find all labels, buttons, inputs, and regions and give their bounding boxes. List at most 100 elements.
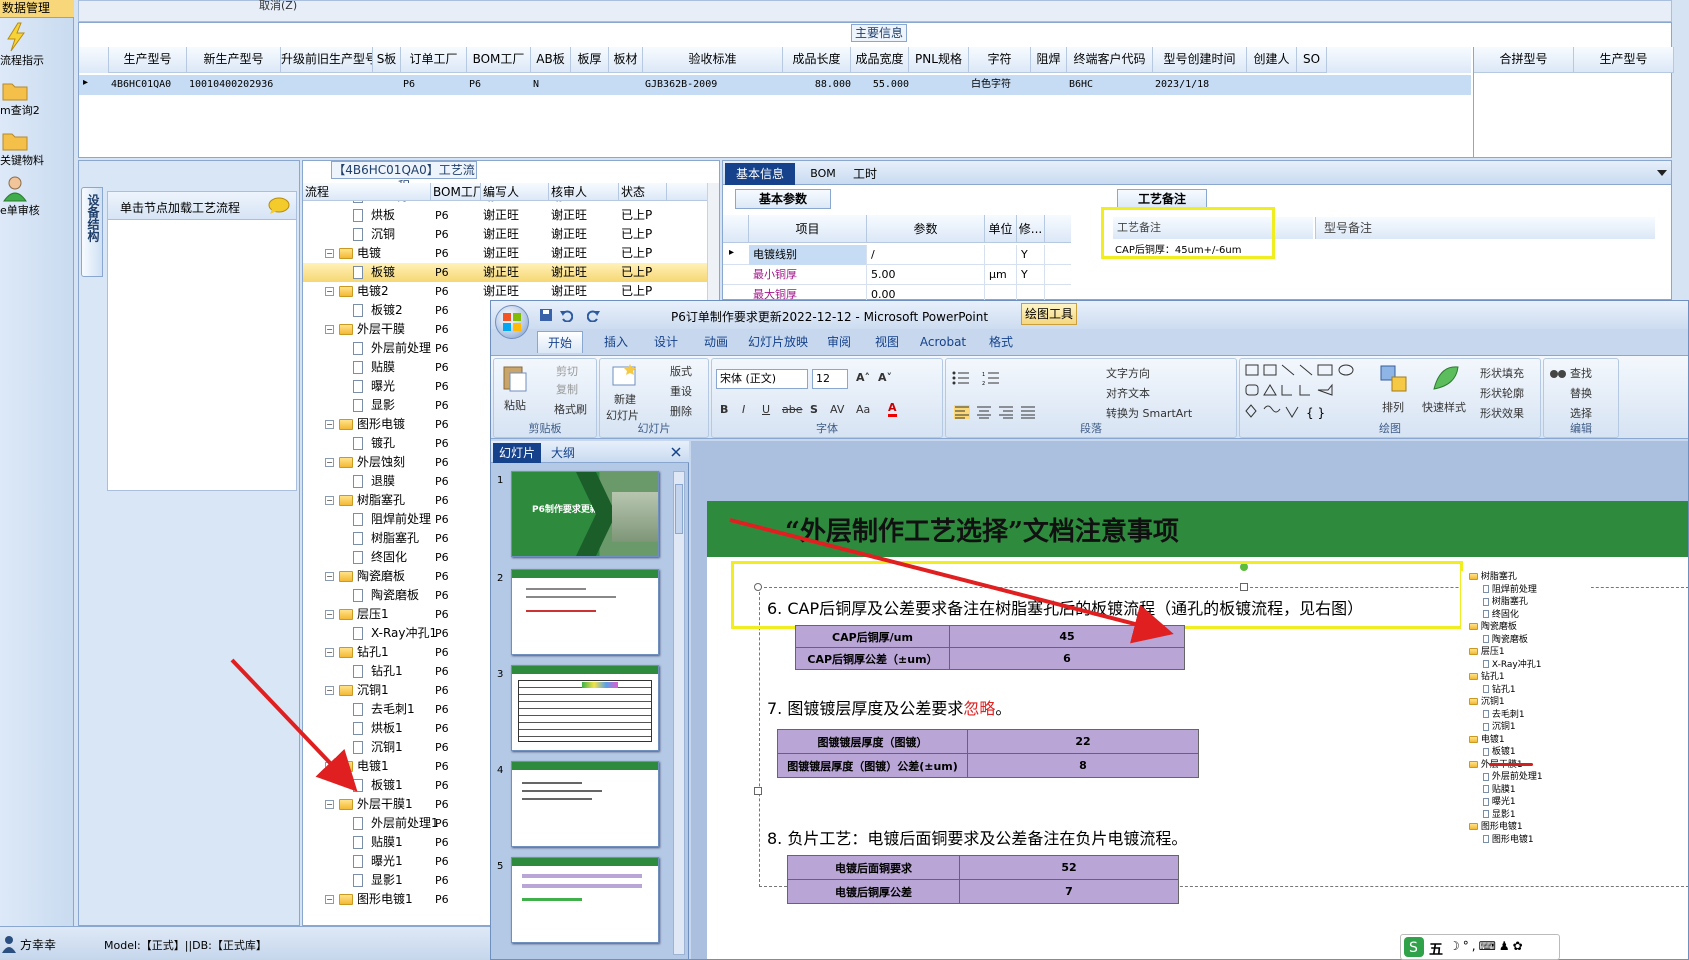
ime-toolbar[interactable]: S 五 ☽°,⌨♟✿: [1400, 934, 1560, 960]
tab-format[interactable]: 格式: [981, 331, 1021, 353]
justify-icon[interactable]: [1020, 405, 1036, 419]
column-header[interactable]: 项目: [749, 215, 867, 243]
process-note-tab[interactable]: 工艺备注: [1117, 189, 1207, 209]
collapse-icon[interactable]: −: [325, 287, 334, 296]
tab-outline[interactable]: 大纲: [543, 443, 583, 463]
column-header[interactable]: 板厚: [571, 47, 609, 73]
tree-node[interactable]: 烘板 P6 谢正旺 谢正旺 已上P: [303, 206, 707, 225]
column-header[interactable]: BOM工厂: [431, 183, 481, 201]
shape-fill-button[interactable]: 形状填充: [1480, 365, 1524, 381]
item-8[interactable]: 8. 负片工艺：电镀后面铜要求及公差备注在负片电镀流程。: [767, 825, 1187, 849]
basic-params-tab[interactable]: 基本参数: [735, 189, 831, 209]
new-slide-icon[interactable]: [612, 363, 638, 387]
align-left-icon[interactable]: [954, 405, 970, 419]
column-header[interactable]: 状态: [619, 183, 667, 201]
item-7[interactable]: 7. 图镀镀层厚度及公差要求忽略。: [767, 695, 1011, 719]
close-icon[interactable]: [671, 447, 681, 457]
tree-node[interactable]: 沉铜 P6 谢正旺 谢正旺 已上P: [303, 225, 707, 244]
nav-item-flow[interactable]: 流程指示: [0, 22, 74, 68]
slide-thumbnail[interactable]: [511, 569, 659, 655]
collapse-icon[interactable]: −: [325, 648, 334, 657]
shadow-button[interactable]: S: [810, 403, 818, 416]
collapse-icon[interactable]: −: [325, 420, 334, 429]
spacing-button[interactable]: AV: [830, 403, 844, 416]
tree-node[interactable]: 板镀 P6 谢正旺 谢正旺 已上P: [303, 263, 707, 282]
column-header[interactable]: [723, 215, 749, 243]
delete-slide-button[interactable]: 删除: [670, 403, 692, 419]
tab-animation[interactable]: 动画: [691, 331, 741, 353]
tree-node[interactable]: − 电镀2 P6 谢正旺 谢正旺 已上P: [303, 282, 707, 301]
copy-button[interactable]: 复制: [556, 381, 578, 397]
device-content[interactable]: 单击节点加载工艺流程: [107, 191, 297, 491]
find-button[interactable]: 查找: [1570, 365, 1592, 381]
table-row[interactable]: ▸ 4B6HC01QA0 10010400202936 P6 P6 N GJB362B-20…: [79, 75, 1471, 95]
undo-icon[interactable]: [559, 308, 573, 322]
redo-icon[interactable]: [587, 308, 601, 322]
collapse-icon[interactable]: −: [325, 325, 334, 334]
arrange-button[interactable]: 排列: [1382, 399, 1404, 415]
quick-styles-icon[interactable]: [1430, 363, 1460, 393]
tab-basic-info[interactable]: 基本信息: [725, 163, 795, 185]
column-header[interactable]: AB板: [531, 47, 571, 73]
tab-review[interactable]: 审阅: [819, 331, 859, 353]
tab-view[interactable]: 视图: [867, 331, 907, 353]
italic-button[interactable]: I: [742, 403, 745, 416]
column-header[interactable]: 阻焊: [1031, 47, 1067, 73]
device-tab[interactable]: 设备结构: [81, 187, 103, 277]
collapse-icon[interactable]: −: [325, 572, 334, 581]
slide-pane-scrollbar[interactable]: [673, 471, 685, 955]
basic-params-body[interactable]: ▸ 电镀线别 / Y 最小铜厚 5.00 μm Y 最大铜厚 0.00: [723, 245, 1071, 301]
shapes-gallery-icon[interactable]: { }: [1244, 363, 1364, 423]
column-header[interactable]: 核审人: [549, 183, 619, 201]
shape-outline-button[interactable]: 形状轮廓: [1480, 385, 1524, 401]
tab-slides[interactable]: 幻灯片: [493, 443, 541, 463]
column-header[interactable]: PNL规格: [909, 47, 969, 73]
grow-font-icon[interactable]: A˄: [856, 371, 870, 384]
column-header[interactable]: 型号创建时间: [1153, 47, 1247, 73]
column-header[interactable]: 修...: [1017, 215, 1045, 243]
paste-icon[interactable]: [502, 363, 528, 393]
replace-button[interactable]: 替换: [1570, 385, 1592, 401]
tree-node[interactable]: − 电镀 P6 谢正旺 谢正旺 已上P: [303, 244, 707, 263]
font-color-button[interactable]: A: [888, 401, 897, 417]
prod-model-header[interactable]: 生产型号: [1574, 47, 1674, 73]
shape-effects-button[interactable]: 形状效果: [1480, 405, 1524, 421]
font-size-select[interactable]: 12: [812, 369, 848, 389]
tab-design[interactable]: 设计: [641, 331, 691, 353]
merge-model-header[interactable]: 合拼型号: [1474, 47, 1574, 73]
align-text-button[interactable]: 对齐文本: [1106, 385, 1150, 401]
column-header[interactable]: SO: [1297, 47, 1327, 73]
paste-button[interactable]: 粘贴: [504, 397, 526, 413]
tab-insert[interactable]: 插入: [591, 331, 641, 353]
tab-acrobat[interactable]: Acrobat: [913, 331, 973, 353]
reset-button[interactable]: 重设: [670, 383, 692, 399]
bold-button[interactable]: B: [720, 403, 728, 416]
numbering-icon[interactable]: 12: [982, 371, 1000, 385]
collapse-icon[interactable]: −: [325, 496, 334, 505]
column-header[interactable]: 终端客户代码: [1067, 47, 1153, 73]
slide-thumbnail[interactable]: [511, 665, 659, 751]
slide[interactable]: “外层制作工艺选择”文档注意事项 6. CAP后铜厚及公差要求备注在树脂塞孔后的…: [707, 501, 1688, 959]
handle-left-mid[interactable]: [754, 787, 762, 795]
column-header[interactable]: 板材: [609, 47, 643, 73]
slide-thumbnail[interactable]: P6制作要求更新: [511, 471, 659, 557]
slide-thumbnail[interactable]: [511, 761, 659, 847]
collapse-icon[interactable]: −: [325, 610, 334, 619]
table-row[interactable]: ▸ 电镀线别 / Y: [723, 245, 1071, 265]
slide-thumbnail[interactable]: [511, 857, 659, 943]
layout-button[interactable]: 版式: [670, 363, 692, 379]
nav-item-material[interactable]: 关键物料: [0, 128, 74, 168]
case-button[interactable]: Aa: [856, 403, 870, 416]
align-center-icon[interactable]: [976, 405, 992, 419]
collapse-icon[interactable]: −: [325, 800, 334, 809]
collapse-icon[interactable]: −: [325, 249, 334, 258]
tab-hours[interactable]: 工时: [845, 163, 885, 185]
column-header[interactable]: 成品宽度: [851, 47, 909, 73]
column-header[interactable]: 新生产型号: [187, 47, 281, 73]
align-right-icon[interactable]: [998, 405, 1014, 419]
format-painter-button[interactable]: 格式刷: [554, 401, 587, 417]
column-header[interactable]: 单位: [985, 215, 1017, 243]
table-row[interactable]: 最小铜厚 5.00 μm Y: [723, 265, 1071, 285]
shrink-font-icon[interactable]: A˅: [878, 371, 892, 384]
table-row[interactable]: 最大铜厚 0.00: [723, 285, 1071, 301]
